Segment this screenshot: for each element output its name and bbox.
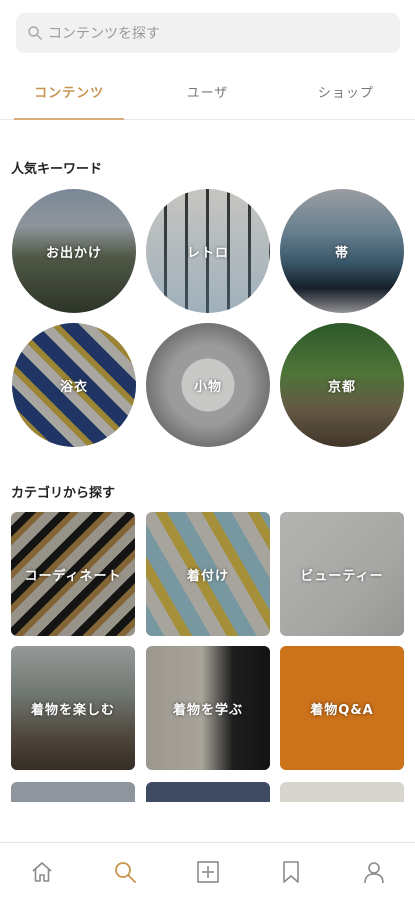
category-kitsuke[interactable]: 着付け: [146, 512, 270, 636]
category-title: カテゴリから探す: [11, 486, 116, 501]
search-bar[interactable]: コンテンツを探す: [16, 13, 400, 53]
category-label: 着付け: [186, 568, 229, 584]
keyword-yukata[interactable]: 浴衣: [12, 323, 136, 447]
keyword-odekake[interactable]: お出かけ: [12, 189, 136, 313]
keyword-label: 浴衣: [59, 379, 88, 395]
category-coordinate[interactable]: コーディネート: [11, 512, 135, 636]
nav-home[interactable]: [0, 843, 83, 900]
category-tile-partial[interactable]: [11, 782, 135, 802]
keyword-obi[interactable]: 帯: [280, 189, 404, 313]
user-icon: [363, 861, 384, 883]
search-icon: [114, 861, 136, 883]
keyword-label: 帯: [334, 245, 349, 261]
category-tile-partial[interactable]: [280, 782, 404, 802]
category-learn-kimono[interactable]: 着物を学ぶ: [146, 646, 270, 770]
keyword-komono[interactable]: 小物: [146, 323, 270, 447]
nav-profile[interactable]: [332, 843, 415, 900]
home-icon: [31, 861, 52, 882]
keyword-kyoto[interactable]: 京都: [280, 323, 404, 447]
tab-users[interactable]: ユーザ: [138, 64, 276, 119]
nav-bookmark[interactable]: [249, 843, 332, 900]
category-tile-partial[interactable]: [146, 782, 270, 802]
category-label: 着物Q&A: [310, 702, 374, 718]
tab-bar: コンテンツ ユーザ ショップ: [0, 64, 415, 120]
keyword-label: お出かけ: [45, 245, 102, 261]
category-beauty[interactable]: ビューティー: [280, 512, 404, 636]
category-kimono-qa[interactable]: 着物Q&A: [280, 646, 404, 770]
keyword-label: 小物: [193, 379, 222, 395]
keyword-label: 京都: [327, 379, 356, 395]
keyword-retro[interactable]: レトロ: [146, 189, 270, 313]
nav-search[interactable]: [83, 843, 166, 900]
keyword-label: レトロ: [186, 245, 229, 261]
plus-box-icon: [196, 860, 219, 883]
popular-keywords-title: 人気キーワード: [11, 162, 103, 177]
bookmark-icon: [282, 860, 299, 883]
category-label: ビューティー: [300, 568, 384, 584]
category-label: 着物を学ぶ: [172, 702, 243, 718]
search-placeholder: コンテンツを探す: [48, 26, 160, 42]
category-label: 着物を楽しむ: [30, 702, 115, 718]
bottom-nav: [0, 842, 415, 900]
search-icon: [28, 26, 42, 40]
nav-post[interactable]: [166, 843, 249, 900]
tab-shops[interactable]: ショップ: [277, 64, 415, 119]
tab-contents[interactable]: コンテンツ: [0, 64, 138, 120]
category-label: コーディネート: [24, 568, 122, 584]
category-enjoy-kimono[interactable]: 着物を楽しむ: [11, 646, 135, 770]
